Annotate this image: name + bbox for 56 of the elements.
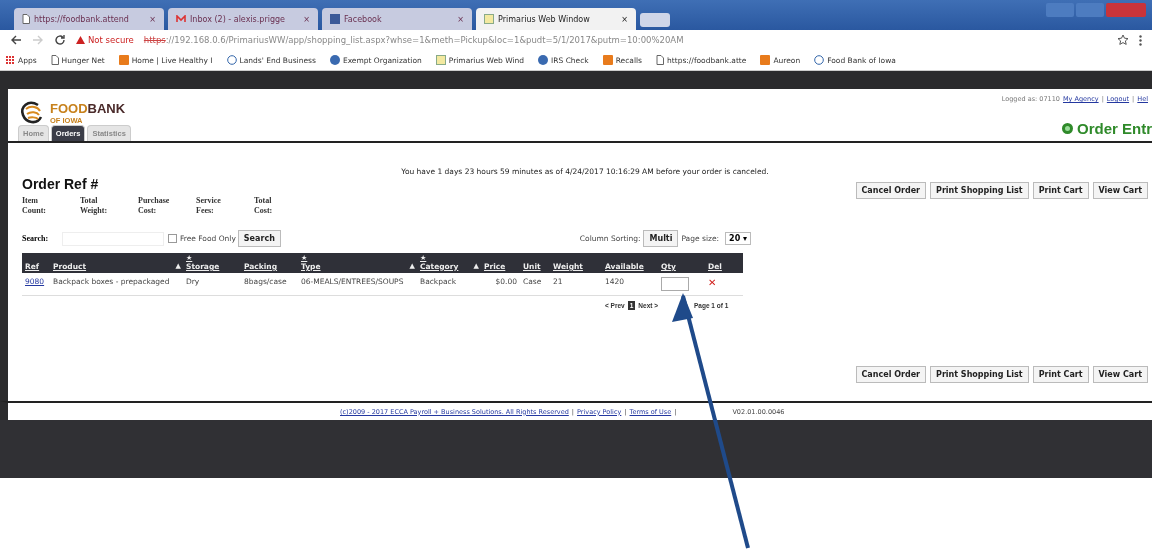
bookmark-icon [760,55,771,65]
menu-icon[interactable] [1139,34,1142,46]
bookmark-icon [602,55,613,65]
reload-icon[interactable] [54,34,66,46]
search-label: Search: [22,234,50,243]
tab-close-button[interactable]: × [621,14,628,24]
browser-tab[interactable]: Primarius Web Window × [476,8,636,30]
tab-close-button[interactable]: × [457,14,464,24]
mail-icon [176,15,186,23]
multi-sort-button[interactable]: Multi [643,230,679,247]
tab-close-button[interactable]: × [303,14,310,24]
action-button[interactable]: Print Cart [1032,366,1089,383]
globe-icon [226,55,237,65]
browser-tab[interactable]: https://foodbank.attend × [14,8,164,30]
quantity-field[interactable] [661,277,689,291]
warning-icon [76,36,85,44]
action-button[interactable]: Print Cart [1032,182,1089,199]
free-food-checkbox[interactable] [168,234,177,243]
security-label: Not secure [88,35,134,45]
status-circle-icon [1061,122,1074,135]
page-title: Order Entr [1077,120,1152,137]
social-icon [330,14,340,24]
browser-tab[interactable]: Facebook × [322,8,472,30]
page-icon [50,55,59,65]
globe-icon [814,55,825,65]
summary-label: Purchase Cost: [138,196,171,216]
page-icon [22,14,30,24]
action-button[interactable]: View Cart [1092,366,1148,383]
action-button[interactable]: View Cart [1092,182,1148,199]
browser-tab[interactable]: Inbox (2) - alexis.prigge × [168,8,318,30]
apps-grid-icon [6,55,15,65]
page-size-dropdown[interactable]: 20 ▾ [725,232,751,245]
summary-label: Item Count: [22,196,47,216]
action-button[interactable]: Cancel Order [855,182,926,199]
delete-button[interactable]: ✕ [708,277,717,288]
action-button[interactable]: Cancel Order [855,366,926,383]
bookmark-icon [538,55,549,65]
page-icon [656,55,664,65]
app-icon [484,14,494,24]
bookmark-icon [329,55,340,65]
summary-label: Total Weight: [80,196,109,216]
bookmark-star-icon[interactable] [1117,34,1129,46]
app-icon [435,55,446,65]
address-field[interactable]: https://192.168.0.6/PrimariusWW/app/shopping_list.aspx?whse=1&meth=Pickup&loc=1&pudt=5/1/2017&putm=10:00%20AM [143,35,1107,45]
summary-label: Service Fees: [196,196,222,216]
bookmark-icon [118,55,129,65]
forward-arrow-icon[interactable] [32,34,44,46]
action-button[interactable]: Print Shopping List [930,182,1029,199]
action-button[interactable]: Print Shopping List [930,366,1029,383]
summary-label: Total Cost: [254,196,274,216]
order-ref-heading: Order Ref # [22,176,100,192]
search-button[interactable]: Search [237,230,281,247]
brand-name: FOODBANK [50,101,126,116]
back-arrow-icon[interactable] [10,34,22,46]
tab-close-button[interactable]: × [149,14,156,24]
new-tab-button[interactable] [640,13,670,27]
